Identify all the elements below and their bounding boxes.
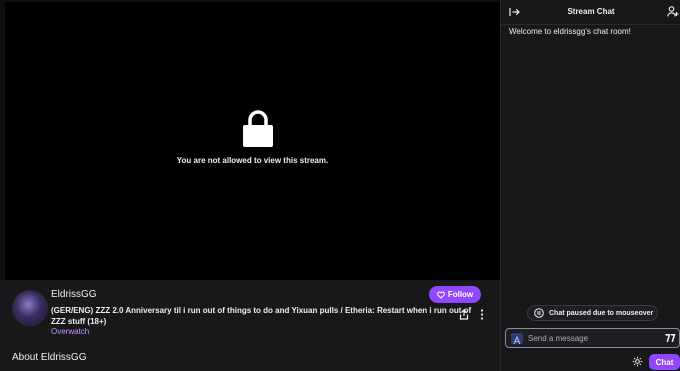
seventv-emote-icon[interactable] xyxy=(665,333,676,343)
follow-label: Follow xyxy=(447,290,474,299)
about-heading: About EldrissGG xyxy=(12,352,87,363)
video-player[interactable]: You are not allowed to view this stream. xyxy=(5,2,500,280)
category-link[interactable]: Overwatch xyxy=(51,327,89,336)
chat-paused-notice[interactable]: Chat paused due to mouseover xyxy=(527,305,658,321)
chat-title: Stream Chat xyxy=(567,7,615,16)
chat-send-button[interactable]: Chat xyxy=(649,354,680,370)
stream-title: (GER/ENG) ZZZ 2.0 Anniversary til i run … xyxy=(51,306,472,326)
emote-badge-icon[interactable] xyxy=(511,333,523,345)
chat-message-input[interactable] xyxy=(528,331,653,346)
chat-paused-label: Chat paused due to mouseover xyxy=(549,309,654,317)
channel-info: EldrissGG (GER/ENG) ZZZ 2.0 Anniversary … xyxy=(0,280,500,371)
emote-glyph-icon xyxy=(513,335,521,345)
channel-avatar[interactable] xyxy=(12,290,48,326)
community-icon[interactable] xyxy=(667,6,679,17)
channel-name[interactable]: EldrissGG xyxy=(51,289,97,300)
share-icon[interactable] xyxy=(459,309,469,320)
gear-icon[interactable] xyxy=(632,356,643,367)
welcome-message: Welcome to eldrissgg's chat room! xyxy=(509,27,631,36)
follow-button[interactable]: Follow xyxy=(429,286,481,303)
blocked-message: You are not allowed to view this stream. xyxy=(176,156,329,165)
lock-icon xyxy=(243,110,273,147)
chat-panel: Stream Chat Welcome to eldrissgg's chat … xyxy=(500,0,680,371)
pause-icon xyxy=(534,308,544,318)
more-options-icon[interactable] xyxy=(480,309,484,320)
chat-header: Stream Chat xyxy=(501,0,680,25)
chat-message-box[interactable] xyxy=(505,328,680,348)
heart-icon xyxy=(436,291,445,299)
